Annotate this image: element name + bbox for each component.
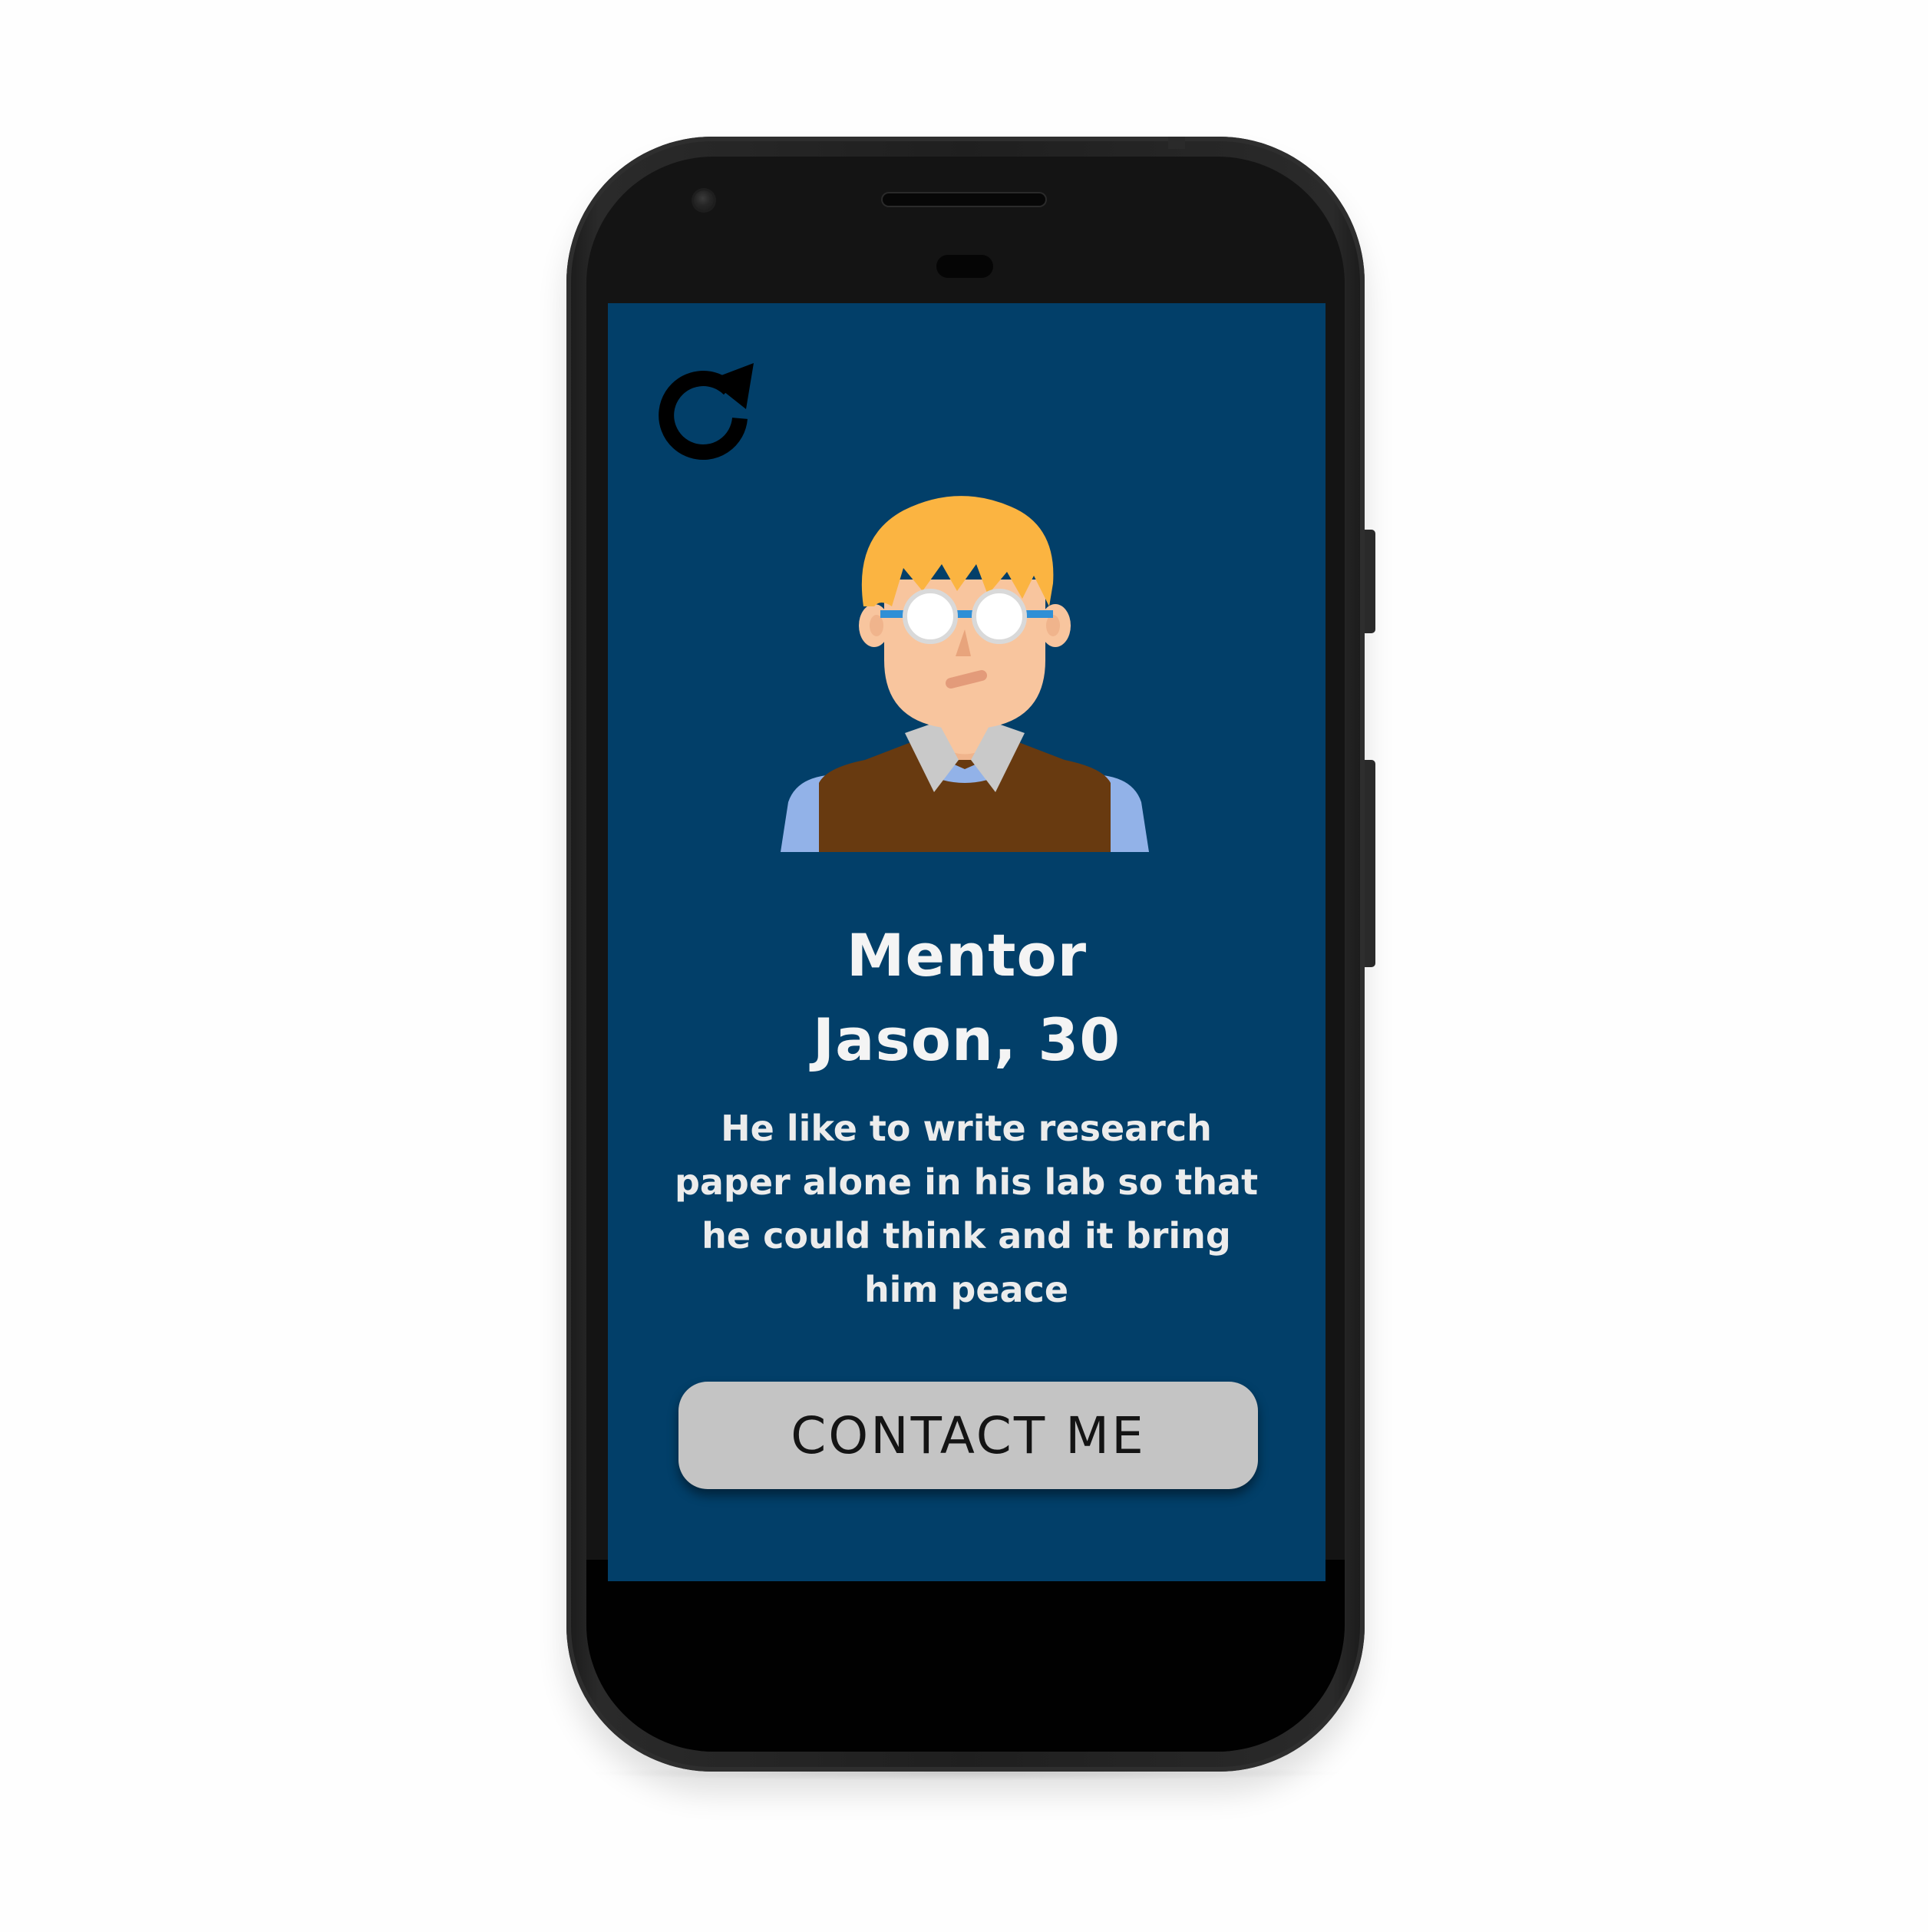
proximity-sensor [936, 255, 993, 278]
mentor-avatar-icon [781, 496, 1149, 852]
phone-top-edge [1168, 137, 1185, 149]
mentor-name-age: Jason, 30 [812, 1006, 1121, 1074]
mentor-description: He like to write research paper alone in… [674, 1108, 1259, 1310]
front-camera [694, 190, 714, 210]
refresh-button[interactable] [655, 357, 759, 461]
phone-chin [586, 1560, 1345, 1752]
contact-me-button[interactable]: CONTACT ME [678, 1382, 1258, 1489]
refresh-icon [659, 363, 754, 460]
earpiece-speaker [883, 193, 1045, 206]
power-button [1365, 530, 1375, 633]
mentor-role-title: Mentor [846, 921, 1088, 989]
volume-button [1365, 760, 1375, 967]
app-screen: Mentor Jason, 30 He like to write resear… [608, 303, 1326, 1581]
mentor-avatar [781, 491, 1149, 852]
